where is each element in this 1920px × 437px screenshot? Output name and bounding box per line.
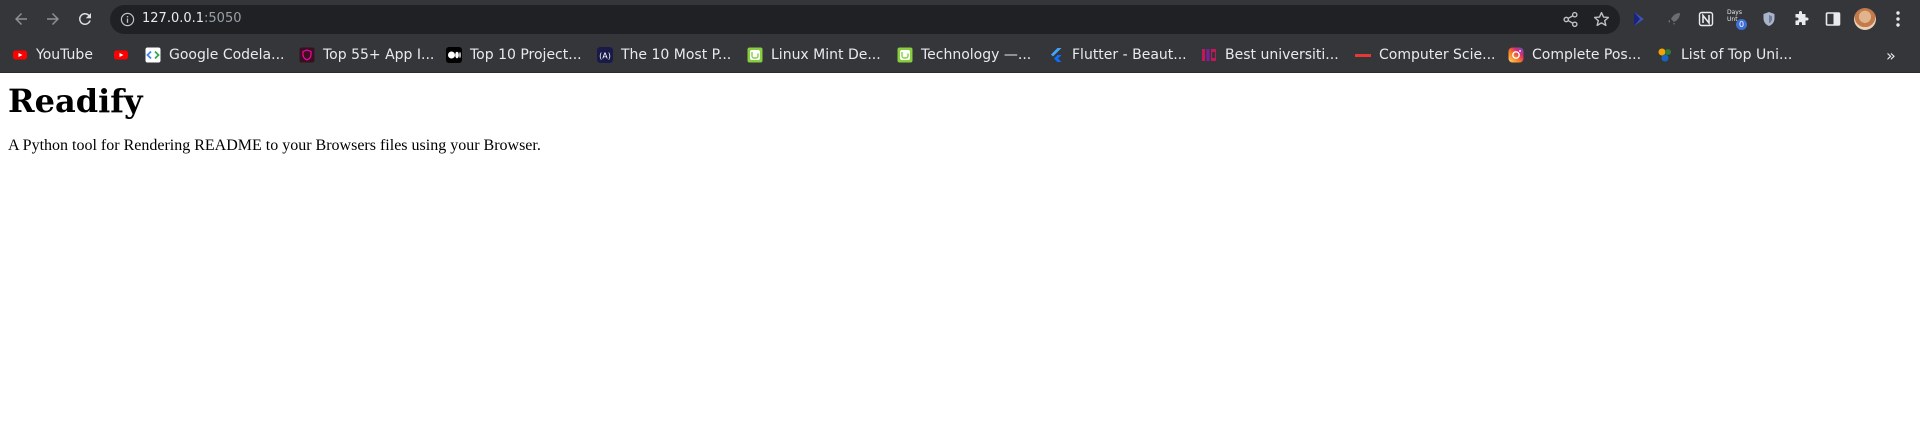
bookmark-google-codelabs[interactable]: Google Codela... (145, 38, 284, 72)
bookmark-label: Technology —... (921, 47, 1032, 63)
bookmark-label: Linux Mint De... (771, 47, 881, 63)
bookmark-the-10-most[interactable]: (A) The 10 Most P... (597, 38, 731, 72)
bookmark-top-10-project[interactable]: Top 10 Project... (446, 38, 582, 72)
youtube-icon (114, 50, 128, 60)
page-description: A Python tool for Rendering README to yo… (8, 137, 541, 154)
url-port: :5050 (204, 11, 242, 26)
url-text[interactable]: 127.0.0.1:5050 (142, 11, 242, 27)
browser-toolbar: 127.0.0.1:5050 Days Unt 0 (0, 0, 1920, 38)
back-icon (15, 13, 27, 25)
star-icon[interactable] (1593, 11, 1610, 28)
bookmark-list-of-top-uni[interactable]: List of Top Uni... (1657, 38, 1792, 72)
notion-extension-icon[interactable] (1696, 9, 1716, 29)
page-title: Readify (8, 82, 143, 120)
info-icon[interactable] (120, 12, 135, 27)
dash-icon (1355, 54, 1371, 57)
bookmarks-bar: YouTube Google Codela... Top 55+ App I..… (0, 38, 1920, 73)
page-content: Readify A Python tool for Rendering READ… (0, 73, 1920, 437)
bookmark-top-55-app[interactable]: Top 55+ App I... (299, 38, 434, 72)
bookmark-complete-pos[interactable]: Complete Pos... (1508, 38, 1641, 72)
profile-avatar[interactable] (1854, 8, 1876, 30)
rocket-extension-icon[interactable] (1664, 9, 1684, 29)
bookmark-label: YouTube (36, 47, 93, 63)
reload-button[interactable] (73, 7, 97, 31)
bookmark-label: Top 10 Project... (470, 47, 582, 63)
linux-mint-icon (747, 47, 763, 63)
days-count-badge: 0 (1736, 19, 1747, 30)
bookmark-label: The 10 Most P... (621, 47, 732, 63)
flutter-icon (1051, 48, 1062, 62)
days-until-extension-icon[interactable]: Days Unt 0 (1727, 9, 1747, 30)
forward-button[interactable] (41, 7, 65, 31)
bookmark-label: Google Codela... (169, 47, 285, 63)
youtube-icon (13, 50, 27, 60)
share-icon[interactable] (1562, 11, 1579, 28)
days-label-line1: Days (1727, 9, 1742, 16)
side-panel-icon[interactable] (1823, 9, 1843, 29)
bookmark-flutter[interactable]: Flutter - Beaut... (1048, 38, 1187, 72)
bookmark-label: Computer Scie... (1379, 47, 1496, 63)
kebab-menu-icon[interactable] (1890, 9, 1906, 29)
bookmark-best-universities[interactable]: Best universiti... (1201, 38, 1339, 72)
bookmarks-overflow-chevron-icon[interactable]: » (1886, 38, 1896, 72)
puzzle-icon[interactable] (1791, 9, 1811, 29)
the-icon (1202, 49, 1216, 61)
bookmark-computer-science[interactable]: Computer Scie... (1355, 38, 1495, 72)
forward-icon (47, 13, 59, 25)
back-button[interactable] (9, 7, 33, 31)
angular-icon: (A) (597, 47, 613, 63)
cursor-extension-icon[interactable] (1629, 9, 1649, 29)
instagram-icon (1508, 47, 1524, 63)
shield-extension-icon[interactable] (1759, 9, 1779, 29)
url-host: 127.0.0.1 (142, 11, 205, 26)
google-codelabs-icon (145, 47, 161, 63)
shield-badge-icon (299, 47, 315, 63)
bookmark-label: List of Top Uni... (1681, 47, 1793, 63)
bookmark-technology[interactable]: Technology —... (897, 38, 1031, 72)
bookmark-youtube[interactable]: YouTube (12, 38, 93, 72)
colorful-icon (1658, 48, 1671, 62)
reload-icon (78, 12, 91, 25)
bookmark-label: Best universiti... (1225, 47, 1339, 63)
bookmark-label: Flutter - Beaut... (1072, 47, 1187, 63)
bookmark-linux-mint[interactable]: Linux Mint De... (747, 38, 881, 72)
svg-text:(A): (A) (599, 52, 611, 61)
medium-icon (446, 47, 462, 63)
address-bar[interactable]: 127.0.0.1:5050 (110, 5, 1620, 34)
bookmark-label: Complete Pos... (1532, 47, 1642, 63)
bookmark-youtube-2[interactable] (113, 38, 137, 72)
linux-mint-icon (897, 47, 913, 63)
bookmark-label: Top 55+ App I... (323, 47, 435, 63)
